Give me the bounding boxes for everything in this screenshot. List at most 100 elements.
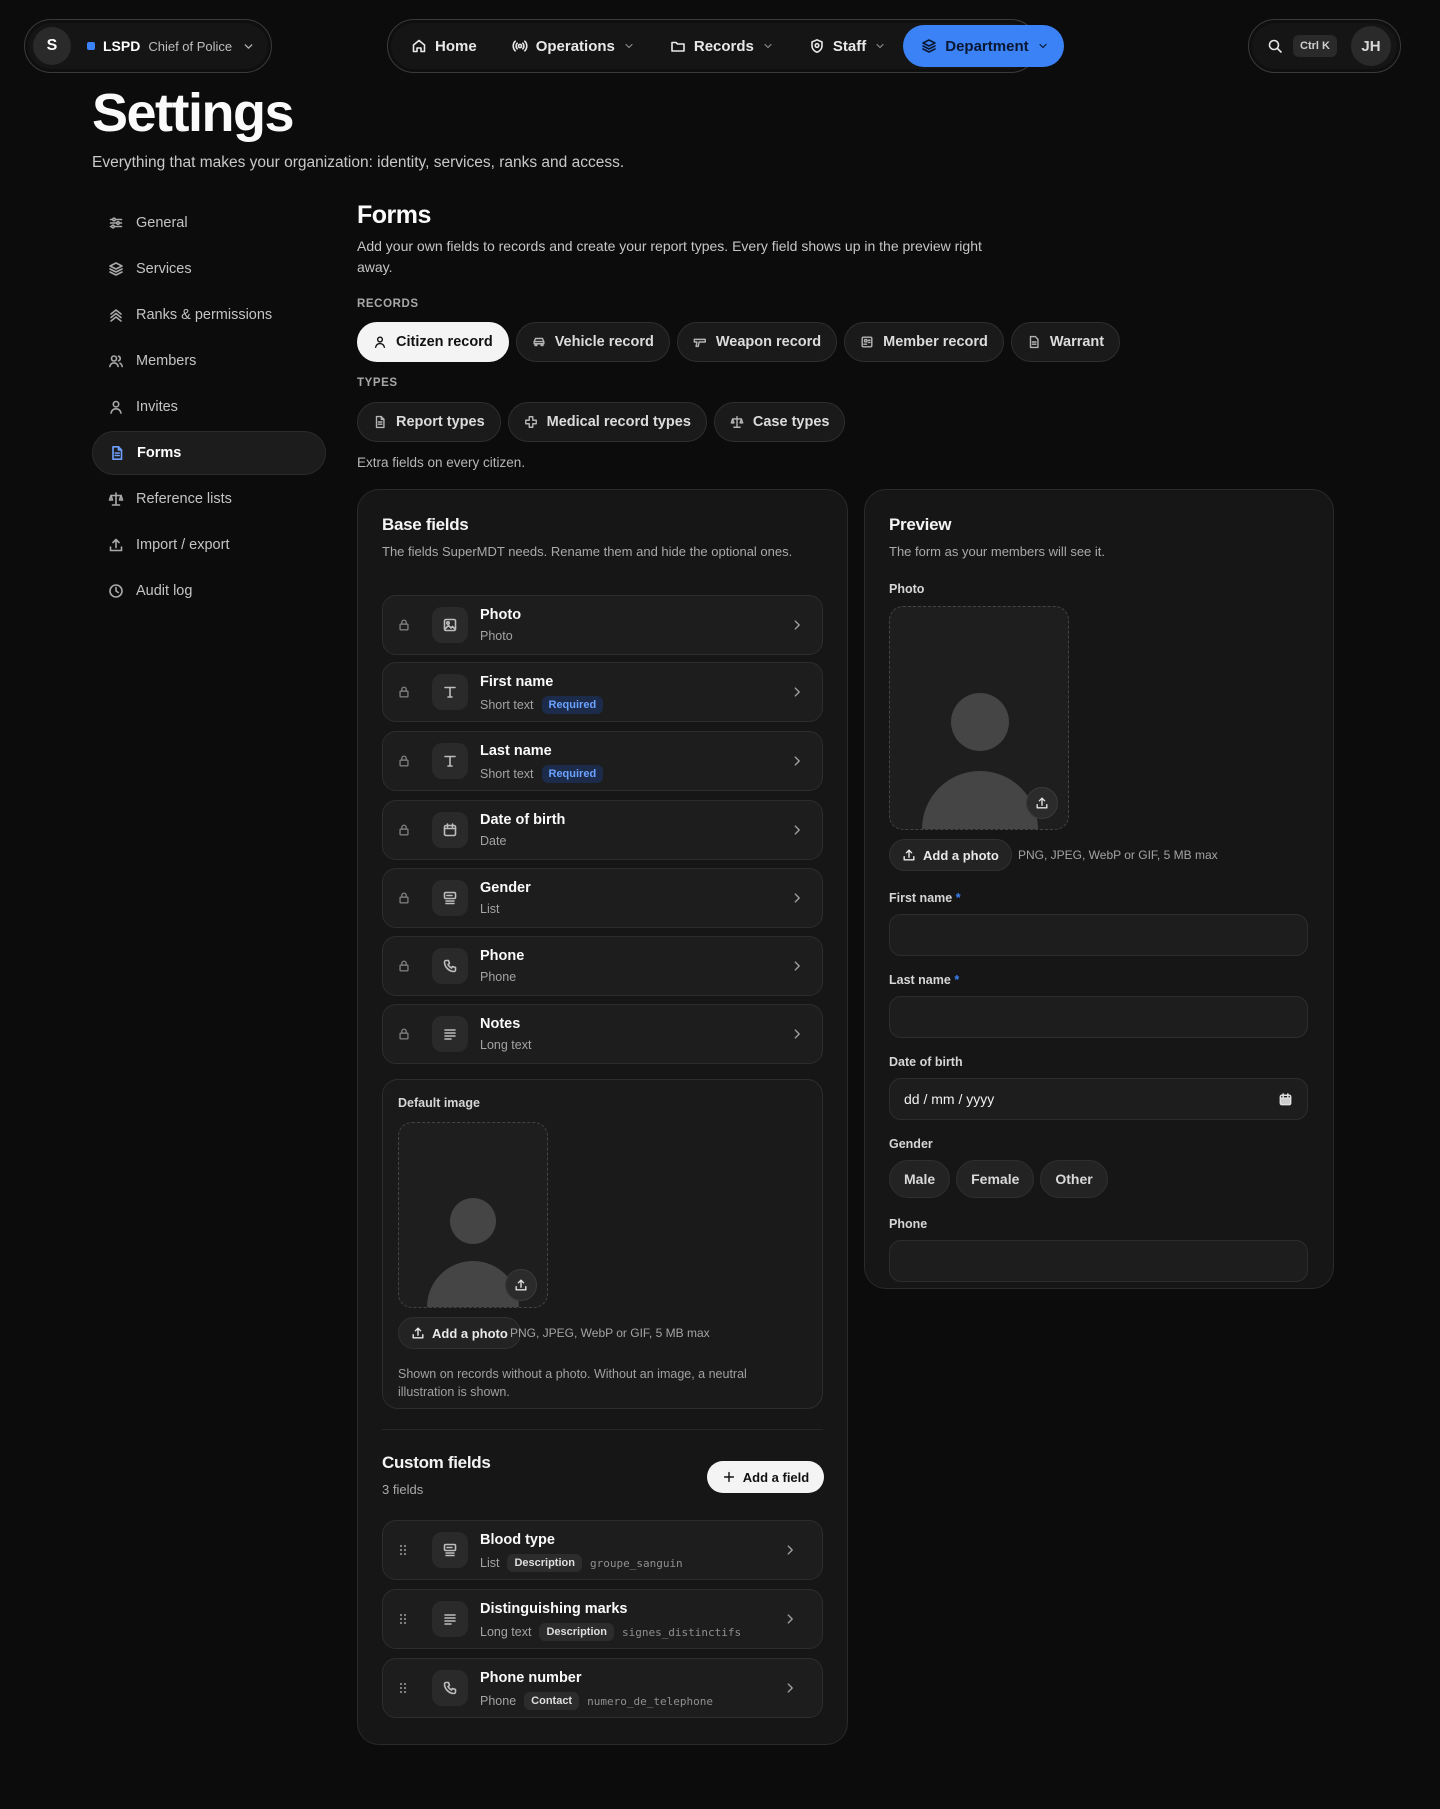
chevron-right-icon [790, 891, 804, 905]
field-meta: Short text Required [480, 696, 604, 714]
tab-label: Medical record types [546, 414, 691, 430]
field-type: Short text [480, 698, 534, 712]
placeholder-avatar-head [450, 1198, 496, 1244]
first-name-label: First name * [889, 891, 961, 905]
tab-weapon-record[interactable]: Weapon record [676, 322, 838, 362]
tab-label: Weapon record [715, 334, 822, 350]
chevrons-up-icon [108, 307, 124, 323]
first-name-input[interactable] [889, 914, 1308, 956]
photo-label: Photo [889, 582, 925, 596]
required-badge: Required [541, 765, 604, 783]
tab-medical-record-types[interactable]: Medical record types [507, 402, 707, 442]
sidebar-item-reference-lists[interactable]: Reference lists [92, 477, 326, 521]
custom-field-row[interactable]: Distinguishing marks Long text Descripti… [382, 1589, 823, 1649]
org-switcher[interactable]: S LSPD Chief of Police [24, 19, 272, 73]
sidebar-item-members[interactable]: Members [92, 339, 326, 383]
nav-department[interactable]: Department [903, 25, 1064, 67]
sidebar-item-audit-log[interactable]: Audit log [92, 569, 326, 613]
sidebar-item-invites[interactable]: Invites [92, 385, 326, 429]
custom-field-row[interactable]: Blood type List Description groupe_sangu… [382, 1520, 823, 1580]
field-key: numero_de_telephone [587, 1694, 713, 1708]
add-field-button[interactable]: Add a field [707, 1461, 824, 1493]
list-box-icon [432, 880, 468, 916]
nav-staff[interactable]: Staff [791, 25, 901, 67]
gender-option-male[interactable]: Male [889, 1160, 951, 1198]
chevron-right-icon [783, 1681, 797, 1695]
sidebar-item-general[interactable]: General [92, 201, 326, 245]
tab-citizen-record[interactable]: Citizen record [357, 322, 509, 362]
tab-label: Citizen record [396, 334, 493, 350]
add-photo-button[interactable]: Add a photo [398, 1317, 521, 1349]
users-icon [108, 353, 124, 369]
default-image-dropzone[interactable] [398, 1122, 548, 1308]
calendar-icon[interactable] [1278, 1092, 1293, 1107]
field-key: signes_distinctifs [621, 1625, 742, 1639]
chevron-right-icon [790, 685, 804, 699]
required-badge: Required [541, 696, 604, 714]
tab-vehicle-record[interactable]: Vehicle record [515, 322, 670, 362]
field-name: Last name [480, 743, 552, 759]
types-label: TYPES [357, 377, 398, 389]
field-name: Gender [480, 880, 531, 896]
base-field-row[interactable]: Phone Phone [382, 936, 823, 996]
lock-icon [397, 1027, 411, 1041]
field-meta: List [480, 902, 499, 916]
base-field-row[interactable]: Gender List [382, 868, 823, 928]
user-avatar[interactable]: JH [1350, 26, 1391, 66]
base-field-row[interactable]: Notes Long text [382, 1004, 823, 1064]
search-icon[interactable] [1267, 38, 1283, 54]
nav-department-label: Department [945, 37, 1029, 55]
default-image-panel: Default image Add a photo PNG, JPEG, Web… [382, 1079, 823, 1409]
field-type: Phone [480, 970, 517, 984]
base-field-row[interactable]: Last name Short text Required [382, 731, 823, 791]
list-box-icon [432, 1532, 468, 1568]
dob-input[interactable]: dd / mm / yyyy [889, 1078, 1308, 1120]
sidebar-item-ranks[interactable]: Ranks & permissions [92, 293, 326, 337]
base-field-row[interactable]: Photo Photo [382, 595, 823, 655]
upload-icon [411, 1326, 425, 1340]
nav-operations[interactable]: Operations [494, 25, 650, 67]
sidebar-item-forms[interactable]: Forms [92, 431, 326, 475]
upload-icon[interactable] [505, 1269, 537, 1301]
drag-handle-icon[interactable] [398, 1681, 408, 1695]
drag-handle-icon[interactable] [398, 1612, 408, 1626]
sidebar-item-import-export[interactable]: Import / export [92, 523, 326, 567]
drag-handle-icon[interactable] [398, 1543, 408, 1557]
last-name-input[interactable] [889, 996, 1308, 1038]
upload-icon[interactable] [1026, 787, 1058, 819]
tab-warrant[interactable]: Warrant [1010, 322, 1121, 362]
id-card-icon [860, 335, 874, 349]
field-meta: Phone [480, 970, 516, 984]
placeholder-avatar-head [951, 693, 1009, 751]
base-field-row[interactable]: Date of birth Date [382, 800, 823, 860]
field-meta: Photo [480, 629, 513, 643]
nav-home[interactable]: Home [393, 25, 492, 67]
sidebar-item-services[interactable]: Services [92, 247, 326, 291]
nav-staff-label: Staff [832, 37, 867, 55]
add-photo-button[interactable]: Add a photo [889, 839, 1012, 871]
phone-input[interactable] [889, 1240, 1308, 1282]
category-badge: Description [507, 1554, 582, 1572]
gender-option-female[interactable]: Female [956, 1160, 1035, 1198]
dob-placeholder: dd / mm / yyyy [904, 1091, 995, 1107]
base-field-row[interactable]: First name Short text Required [382, 662, 823, 722]
medical-cross-icon [524, 415, 538, 429]
gender-option-other[interactable]: Other [1040, 1160, 1108, 1198]
category-badge: Contact [524, 1692, 580, 1710]
photo-dropzone[interactable] [889, 606, 1069, 830]
nav-records[interactable]: Records [652, 25, 789, 67]
tab-case-types[interactable]: Case types [713, 402, 846, 442]
tab-member-record[interactable]: Member record [844, 322, 1004, 362]
tab-report-types[interactable]: Report types [357, 402, 501, 442]
phone-icon [432, 948, 468, 984]
tab-label: Case types [752, 414, 830, 430]
forms-title: Forms [357, 201, 431, 229]
upload-icon [902, 848, 916, 862]
sidebar-item-label: Import / export [136, 537, 230, 553]
sidebar-item-label: Reference lists [136, 491, 232, 507]
last-name-label: Last name * [889, 973, 960, 987]
user-icon [373, 335, 387, 349]
tab-label: Report types [396, 414, 485, 430]
custom-field-row[interactable]: Phone number Phone Contact numero_de_tel… [382, 1658, 823, 1718]
sidebar-item-label: Forms [137, 445, 182, 461]
